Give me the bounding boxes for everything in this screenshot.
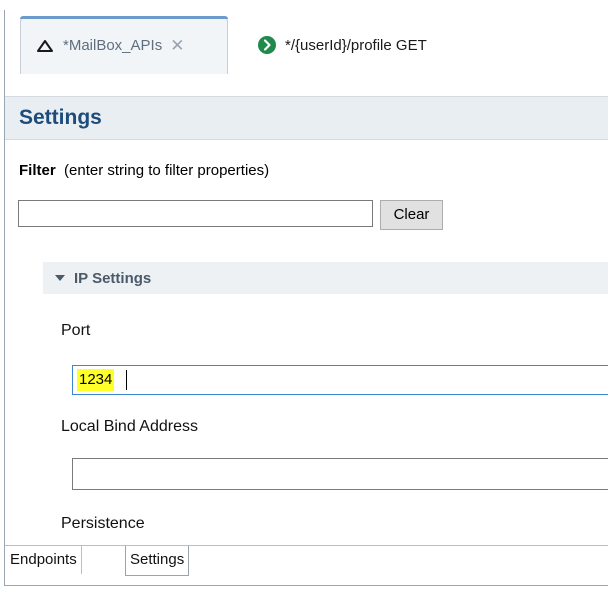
- filter-input[interactable]: [18, 200, 373, 227]
- caret-down-icon: [55, 275, 65, 281]
- go-arrow-icon: [257, 35, 277, 55]
- page-title: Settings: [19, 106, 102, 129]
- close-icon[interactable]: ✕: [170, 37, 184, 54]
- clear-button[interactable]: Clear: [380, 200, 443, 230]
- tab-mailbox-apis[interactable]: *MailBox_APIs ✕: [20, 16, 228, 74]
- port-value: 1234: [77, 369, 115, 391]
- cloud-icon: [35, 39, 55, 53]
- tab-profile-get[interactable]: */{userId}/profile GET: [257, 16, 427, 74]
- ip-settings-section-header[interactable]: IP Settings: [43, 262, 608, 294]
- persistence-label: Persistence: [61, 515, 145, 532]
- filter-hint: (enter string to filter properties): [64, 162, 270, 179]
- tab-settings[interactable]: Settings: [125, 546, 190, 576]
- settings-view-frame: *MailBox_APIs ✕ */{userId}/profile GET S…: [4, 10, 608, 586]
- settings-header: Settings: [5, 96, 608, 140]
- editor-tab-strip: *MailBox_APIs ✕ */{userId}/profile GET: [5, 10, 608, 74]
- port-input[interactable]: 1234: [72, 365, 608, 395]
- tab-mailbox-apis-label: *MailBox_APIs: [63, 37, 163, 54]
- filter-label-row: Filter (enter string to filter propertie…: [19, 162, 269, 179]
- ip-settings-title: IP Settings: [74, 269, 152, 287]
- tab-profile-get-label: */{userId}/profile GET: [285, 36, 427, 54]
- local-bind-address-input[interactable]: [72, 458, 608, 490]
- tab-endpoints[interactable]: Endpoints: [6, 546, 82, 574]
- filter-label: Filter: [19, 162, 56, 179]
- port-label: Port: [61, 322, 91, 339]
- local-bind-address-label: Local Bind Address: [61, 418, 198, 435]
- text-cursor: [126, 370, 127, 390]
- bottom-view-tabs: Endpoints Settings: [5, 545, 608, 576]
